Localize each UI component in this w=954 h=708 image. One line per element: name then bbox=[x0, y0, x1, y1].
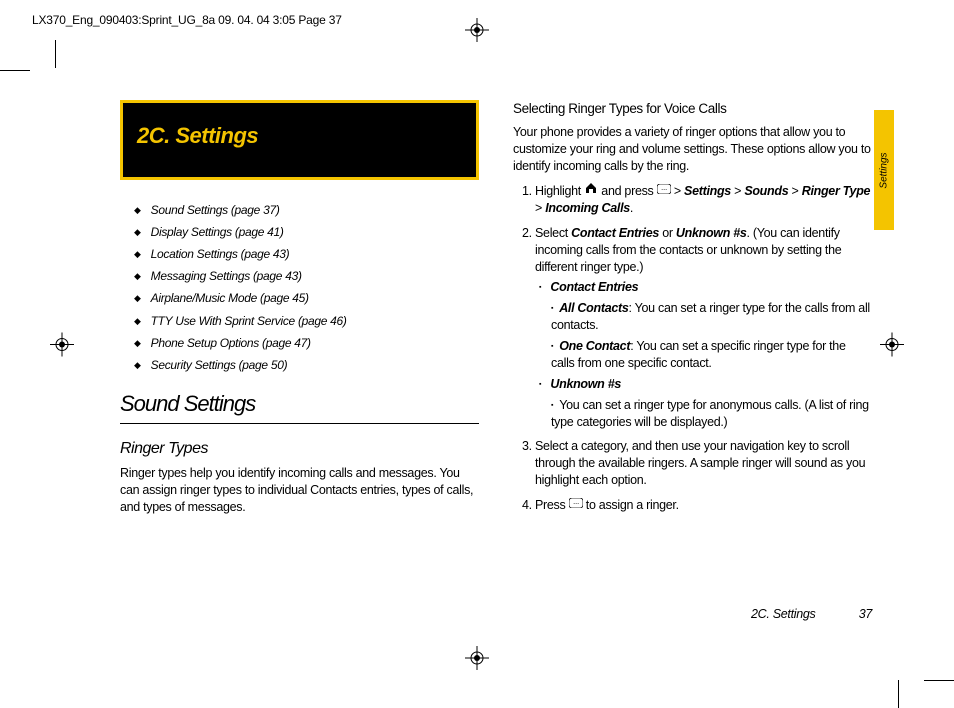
heading-sound-settings: Sound Settings bbox=[120, 389, 479, 419]
label: Contact Entries bbox=[550, 280, 638, 294]
registration-mark-icon bbox=[465, 646, 489, 675]
crop-mark bbox=[898, 680, 899, 708]
text: . bbox=[630, 201, 633, 215]
paragraph: Your phone provides a variety of ringer … bbox=[513, 124, 872, 175]
thumb-tab: Settings bbox=[874, 110, 894, 230]
sub-item-unknown: Unknown #s You can set a ringer type for… bbox=[539, 376, 872, 431]
sub-item-contact-entries: Contact Entries All Contacts: You can se… bbox=[539, 279, 872, 371]
svg-text:⋯: ⋯ bbox=[573, 502, 579, 508]
home-icon bbox=[584, 182, 598, 199]
section-header: 2C. Settings bbox=[120, 100, 479, 180]
paragraph: Ringer types help you identify incoming … bbox=[120, 465, 479, 516]
steps-list: Highlight and press ⋯ > Settings > Sound… bbox=[513, 183, 872, 514]
label: One Contact bbox=[559, 339, 630, 353]
heading-rule bbox=[120, 423, 479, 424]
section-header-title: 2C. Settings bbox=[137, 123, 258, 148]
toc-item: Sound Settings (page 37) bbox=[134, 202, 479, 218]
text: > bbox=[788, 184, 801, 198]
text: and press bbox=[598, 184, 657, 198]
menu-path: Incoming Calls bbox=[545, 201, 630, 215]
step-3: Select a category, and then use your nav… bbox=[535, 438, 872, 489]
option-label: Contact Entries bbox=[571, 226, 659, 240]
subsub-item: One Contact: You can set a specific ring… bbox=[551, 338, 872, 372]
footer-page-number: 37 bbox=[859, 607, 872, 621]
toc-item: Security Settings (page 50) bbox=[134, 357, 479, 373]
text: > bbox=[671, 184, 684, 198]
crop-mark bbox=[924, 680, 954, 681]
menu-ok-icon: ⋯ bbox=[569, 496, 583, 513]
right-column: Selecting Ringer Types for Voice Calls Y… bbox=[513, 100, 872, 623]
registration-mark-icon bbox=[880, 332, 904, 361]
page-footer: 2C. Settings 37 bbox=[751, 606, 872, 623]
text: > bbox=[535, 201, 545, 215]
print-header: LX370_Eng_090403:Sprint_UG_8a 09. 04. 04… bbox=[32, 13, 342, 27]
text: Select bbox=[535, 226, 571, 240]
footer-section: 2C. Settings bbox=[751, 607, 816, 621]
subsub-list: All Contacts: You can set a ringer type … bbox=[539, 300, 872, 372]
label: Unknown #s bbox=[550, 377, 621, 391]
menu-path: Ringer Type bbox=[802, 184, 870, 198]
subsub-list: You can set a ringer type for anonymous … bbox=[539, 397, 872, 431]
step-4: Press ⋯ to assign a ringer. bbox=[535, 497, 872, 514]
text: You can set a ringer type for anonymous … bbox=[551, 398, 869, 429]
toc-item: Messaging Settings (page 43) bbox=[134, 268, 479, 284]
registration-mark-icon bbox=[465, 18, 489, 47]
text: Press bbox=[535, 498, 569, 512]
step-2: Select Contact Entries or Unknown #s. (Y… bbox=[535, 225, 872, 431]
page-content: 2C. Settings Sound Settings (page 37) Di… bbox=[120, 100, 872, 623]
heading-selecting-ringer-types: Selecting Ringer Types for Voice Calls bbox=[513, 100, 872, 118]
sub-list: Contact Entries All Contacts: You can se… bbox=[535, 279, 872, 430]
text: Highlight bbox=[535, 184, 584, 198]
menu-path: Sounds bbox=[744, 184, 788, 198]
text: or bbox=[659, 226, 676, 240]
toc-list: Sound Settings (page 37) Display Setting… bbox=[120, 202, 479, 374]
text: > bbox=[731, 184, 744, 198]
toc-item: Display Settings (page 41) bbox=[134, 224, 479, 240]
registration-mark-icon bbox=[50, 332, 74, 361]
subsub-item: You can set a ringer type for anonymous … bbox=[551, 397, 872, 431]
toc-item: Phone Setup Options (page 47) bbox=[134, 335, 479, 351]
left-column: 2C. Settings Sound Settings (page 37) Di… bbox=[120, 100, 479, 623]
svg-text:⋯: ⋯ bbox=[661, 188, 667, 194]
crop-mark bbox=[55, 40, 56, 68]
thumb-tab-label: Settings bbox=[879, 149, 890, 193]
crop-mark bbox=[0, 70, 30, 71]
heading-ringer-types: Ringer Types bbox=[120, 438, 479, 460]
text: to assign a ringer. bbox=[583, 498, 679, 512]
step-1: Highlight and press ⋯ > Settings > Sound… bbox=[535, 183, 872, 217]
toc-item: Location Settings (page 43) bbox=[134, 246, 479, 262]
label: All Contacts bbox=[559, 301, 628, 315]
toc-item: Airplane/Music Mode (page 45) bbox=[134, 290, 479, 306]
menu-path: Settings bbox=[684, 184, 731, 198]
toc-item: TTY Use With Sprint Service (page 46) bbox=[134, 313, 479, 329]
option-label: Unknown #s bbox=[676, 226, 747, 240]
menu-ok-icon: ⋯ bbox=[657, 182, 671, 199]
subsub-item: All Contacts: You can set a ringer type … bbox=[551, 300, 872, 334]
